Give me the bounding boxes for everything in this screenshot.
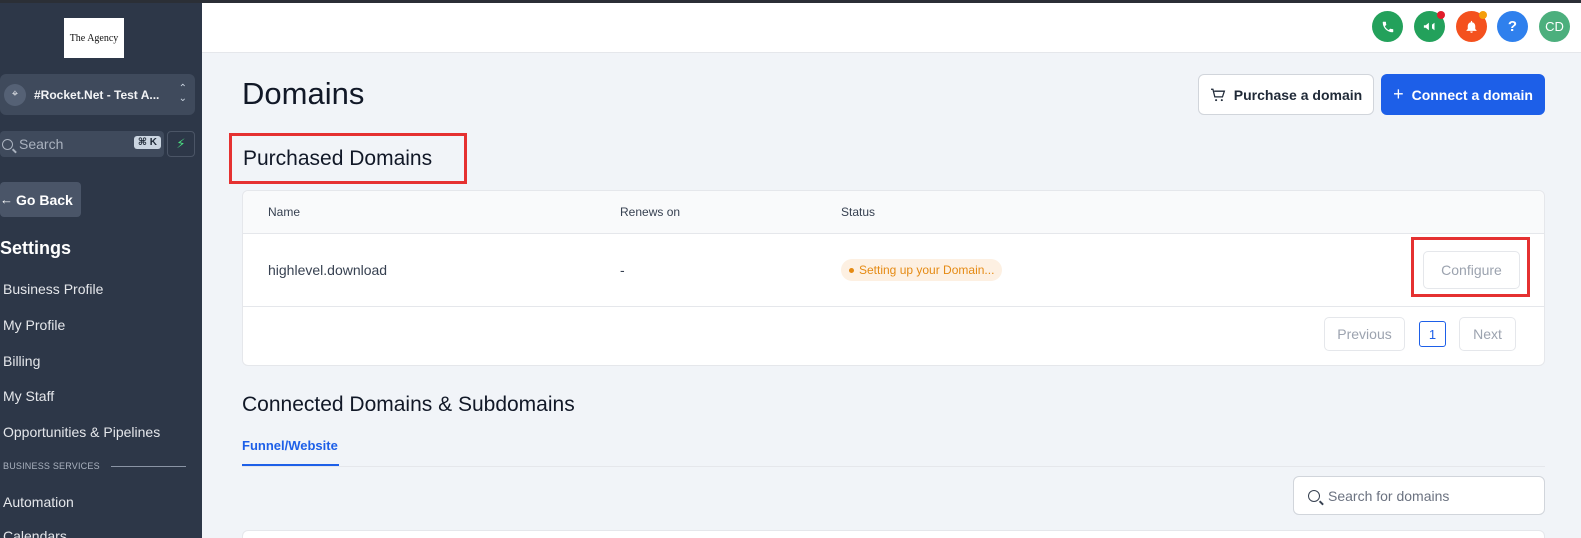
tab-funnel-website[interactable]: Funnel/Website [242,438,338,453]
connected-domains-title: Connected Domains & Subdomains [242,393,575,416]
renews-on-cell: - [620,262,625,278]
connected-domains-table [242,530,1545,538]
bell-icon [1466,20,1477,33]
shortcut-badge: ⌘ K [133,136,161,149]
quick-action-button[interactable]: ⚡ [167,131,195,157]
purchase-domain-button[interactable]: Purchase a domain [1198,74,1374,115]
column-header-name: Name [268,205,301,219]
top-header: ? CD [202,3,1581,53]
previous-page-button[interactable]: Previous [1324,317,1405,351]
highlight-box [1411,237,1530,297]
status-text: Setting up your Domain... [859,263,995,277]
phone-button[interactable] [1372,11,1403,42]
cart-icon [1210,88,1226,101]
announcements-button[interactable] [1414,11,1445,42]
status-badge: Setting up your Domain... [841,259,1003,281]
settings-title: Settings [0,238,72,258]
sidebar-item-billing[interactable]: Billing [3,353,40,369]
go-back-label: Go Back [16,191,73,208]
phone-icon [1382,21,1393,32]
go-back-button[interactable]: ← Go Back [0,182,81,217]
chevron-up-down-icon: ⌃ ⌄ [178,83,187,104]
domain-name-cell: highlevel.download [268,262,388,278]
account-name: #Rocket.Net - Test A... [34,87,160,102]
notifications-button[interactable] [1456,11,1487,42]
sidebar-item-my-profile[interactable]: My Profile [3,317,65,333]
window-top-strip [0,0,1581,3]
domain-search-input[interactable]: Search for domains [1293,476,1545,515]
purchase-domain-label: Purchase a domain [1233,86,1363,103]
search-icon [1308,489,1320,502]
domain-search-placeholder: Search for domains [1328,487,1450,504]
arrow-left-icon: ← [0,192,13,207]
lightning-icon: ⚡ [176,136,186,151]
row-divider [243,306,1544,307]
megaphone-icon [1423,22,1435,31]
sidebar: The Agency ⌖ #Rocket.Net - Test A... ⌃ ⌄ … [0,0,202,538]
section-label-business-services: BUSINESS SERVICES [3,461,100,471]
sidebar-item-opportunities[interactable]: Opportunities & Pipelines [3,424,160,440]
avatar[interactable]: CD [1539,11,1570,42]
help-icon: ? [1507,18,1518,35]
account-switcher[interactable]: ⌖ #Rocket.Net - Test A... ⌃ ⌄ [0,74,195,115]
help-button[interactable]: ? [1497,11,1528,42]
search-icon [2,138,13,150]
column-header-status: Status [841,205,876,219]
plus-icon: + [1393,84,1404,104]
status-dot-icon [849,267,854,273]
column-header-renews: Renews on [620,205,681,219]
page-title: Domains [242,76,365,111]
agency-logo[interactable]: The Agency [64,18,124,58]
sidebar-item-automation[interactable]: Automation [3,494,74,510]
connect-domain-button[interactable]: + Connect a domain [1381,74,1545,115]
page-number-button[interactable]: 1 [1419,321,1446,347]
logo-text: The Agency [69,32,119,44]
next-page-button[interactable]: Next [1459,317,1516,351]
notification-dot [1437,11,1445,19]
section-divider [111,466,186,467]
tab-bar-divider [242,466,1545,467]
table-header: Name Renews on Status [243,191,1544,234]
sidebar-item-business-profile[interactable]: Business Profile [3,281,103,297]
avatar-initials: CD [1545,19,1564,34]
purchased-domains-title: Purchased Domains [243,147,433,170]
notification-dot [1479,11,1487,19]
sidebar-item-my-staff[interactable]: My Staff [3,388,54,404]
sidebar-search[interactable]: Search ⌘ K [0,131,164,157]
sidebar-item-calendars[interactable]: Calendars [3,528,67,538]
purchased-domains-table: Name Renews on Status highlevel.download… [242,190,1545,366]
location-icon: ⌖ [4,83,26,106]
connect-domain-label: Connect a domain [1411,86,1533,103]
search-placeholder: Search [19,136,64,152]
active-tab-indicator [242,464,339,466]
